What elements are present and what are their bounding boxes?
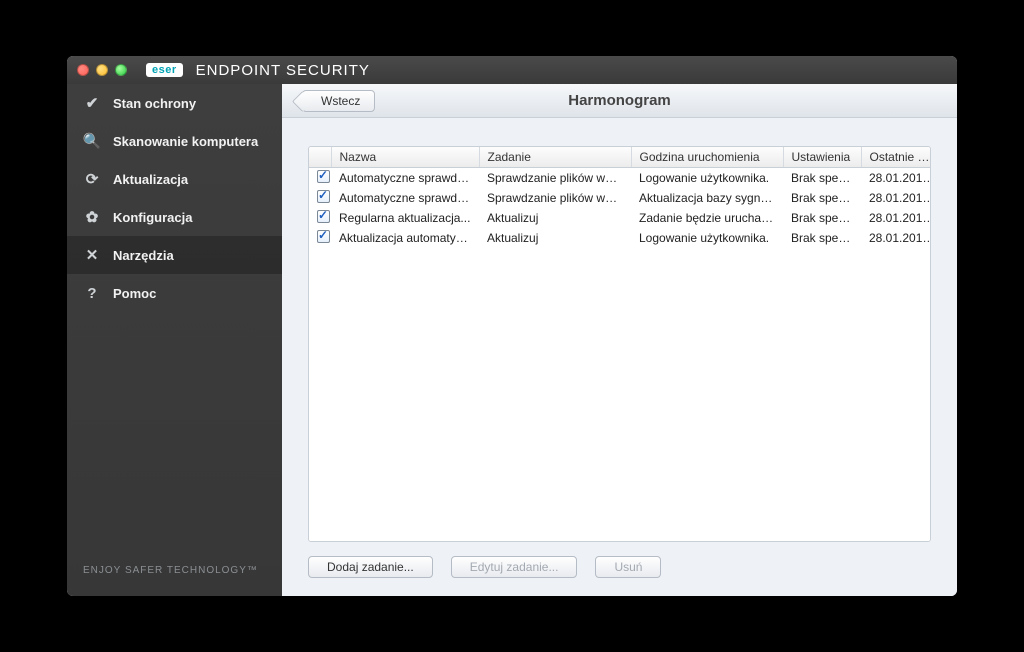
cell-settings: Brak specjal... [783,208,861,228]
main-pane: Nazwa Zadanie Godzina uruchomienia Ustaw… [282,118,957,596]
cell-launch: Logowanie użytkownika. [631,228,783,248]
cell-last: 28.01.2015,... [861,228,931,248]
table-row[interactable]: Regularna aktualizacja... Aktualizuj Zad… [309,208,931,228]
app-window: eser ENDPOINT SECURITY ✔ Stan ochrony 🔍 … [67,56,957,596]
gear-icon: ✿ [83,208,101,226]
sidebar-footer: ENJOY SAFER TECHNOLOGY™ [67,545,282,596]
sidebar-item-scan[interactable]: 🔍 Skanowanie komputera [67,122,282,160]
row-checkbox[interactable] [317,190,330,203]
sidebar-item-label: Narzędzia [113,248,174,263]
col-settings[interactable]: Ustawienia [783,147,861,168]
col-name[interactable]: Nazwa [331,147,479,168]
col-launch[interactable]: Godzina uruchomienia [631,147,783,168]
footer-bar: Dodaj zadanie... Edytuj zadanie... Usuń [308,542,931,578]
cell-last: 28.01.2015,... [861,168,931,189]
app-body: ✔ Stan ochrony 🔍 Skanowanie komputera ⟳ … [67,84,957,596]
sidebar-item-status[interactable]: ✔ Stan ochrony [67,84,282,122]
sidebar-item-help[interactable]: ? Pomoc [67,274,282,312]
cell-settings: Brak specjal... [783,188,861,208]
table-row[interactable]: Aktualizacja automatyc... Aktualizuj Log… [309,228,931,248]
cell-name: Automatyczne sprawdz... [331,168,479,189]
sidebar-item-label: Pomoc [113,286,156,301]
sidebar-item-update[interactable]: ⟳ Aktualizacja [67,160,282,198]
delete-task-button[interactable]: Usuń [595,556,661,578]
titlebar: eser ENDPOINT SECURITY [67,56,957,84]
cell-name: Regularna aktualizacja... [331,208,479,228]
cell-launch: Aktualizacja bazy sygnat... [631,188,783,208]
brand-logo: eser [146,63,183,77]
page-title: Harmonogram [568,92,671,109]
table-row[interactable]: Automatyczne sprawdz... Sprawdzanie plik… [309,168,931,189]
content-area: Wstecz Harmonogram [282,84,957,596]
cell-task: Aktualizuj [479,228,631,248]
tools-icon: ✕ [83,246,101,264]
scheduler-table-container: Nazwa Zadanie Godzina uruchomienia Ustaw… [308,146,931,542]
table-header-row: Nazwa Zadanie Godzina uruchomienia Ustaw… [309,147,931,168]
sidebar-item-label: Skanowanie komputera [113,134,258,149]
zoom-window-button[interactable] [115,64,127,76]
cell-launch: Logowanie użytkownika. [631,168,783,189]
brand-title: ENDPOINT SECURITY [196,62,370,79]
cell-last: 28.01.2015,... [861,188,931,208]
add-task-button[interactable]: Dodaj zadanie... [308,556,433,578]
sidebar-item-setup[interactable]: ✿ Konfiguracja [67,198,282,236]
col-last[interactable]: Ostatnie uru... [861,147,931,168]
cell-settings: Brak specjal... [783,168,861,189]
sidebar-item-tools[interactable]: ✕ Narzędzia [67,236,282,274]
cell-task: Sprawdzanie plików wyk... [479,188,631,208]
search-icon: 🔍 [83,132,101,150]
col-checkbox[interactable] [309,147,331,168]
cell-launch: Zadanie będzie urucham... [631,208,783,228]
close-window-button[interactable] [77,64,89,76]
scheduler-table: Nazwa Zadanie Godzina uruchomienia Ustaw… [309,147,931,248]
back-button[interactable]: Wstecz [302,90,375,112]
cell-name: Aktualizacja automatyc... [331,228,479,248]
back-button-label: Wstecz [321,94,360,108]
cell-last: 28.01.2015,... [861,208,931,228]
toolbar: Wstecz Harmonogram [282,84,957,118]
row-checkbox[interactable] [317,210,330,223]
row-checkbox[interactable] [317,230,330,243]
check-icon: ✔ [83,94,101,112]
sidebar-item-label: Konfiguracja [113,210,192,225]
edit-task-button[interactable]: Edytuj zadanie... [451,556,578,578]
help-icon: ? [83,284,101,302]
col-task[interactable]: Zadanie [479,147,631,168]
row-checkbox[interactable] [317,170,330,183]
sidebar-item-label: Stan ochrony [113,96,196,111]
cell-task: Sprawdzanie plików wyk... [479,168,631,189]
cell-name: Automatyczne sprawdz... [331,188,479,208]
sidebar: ✔ Stan ochrony 🔍 Skanowanie komputera ⟳ … [67,84,282,596]
cell-task: Aktualizuj [479,208,631,228]
sidebar-item-label: Aktualizacja [113,172,188,187]
refresh-icon: ⟳ [83,170,101,188]
table-row[interactable]: Automatyczne sprawdz... Sprawdzanie plik… [309,188,931,208]
minimize-window-button[interactable] [96,64,108,76]
cell-settings: Brak specjal... [783,228,861,248]
